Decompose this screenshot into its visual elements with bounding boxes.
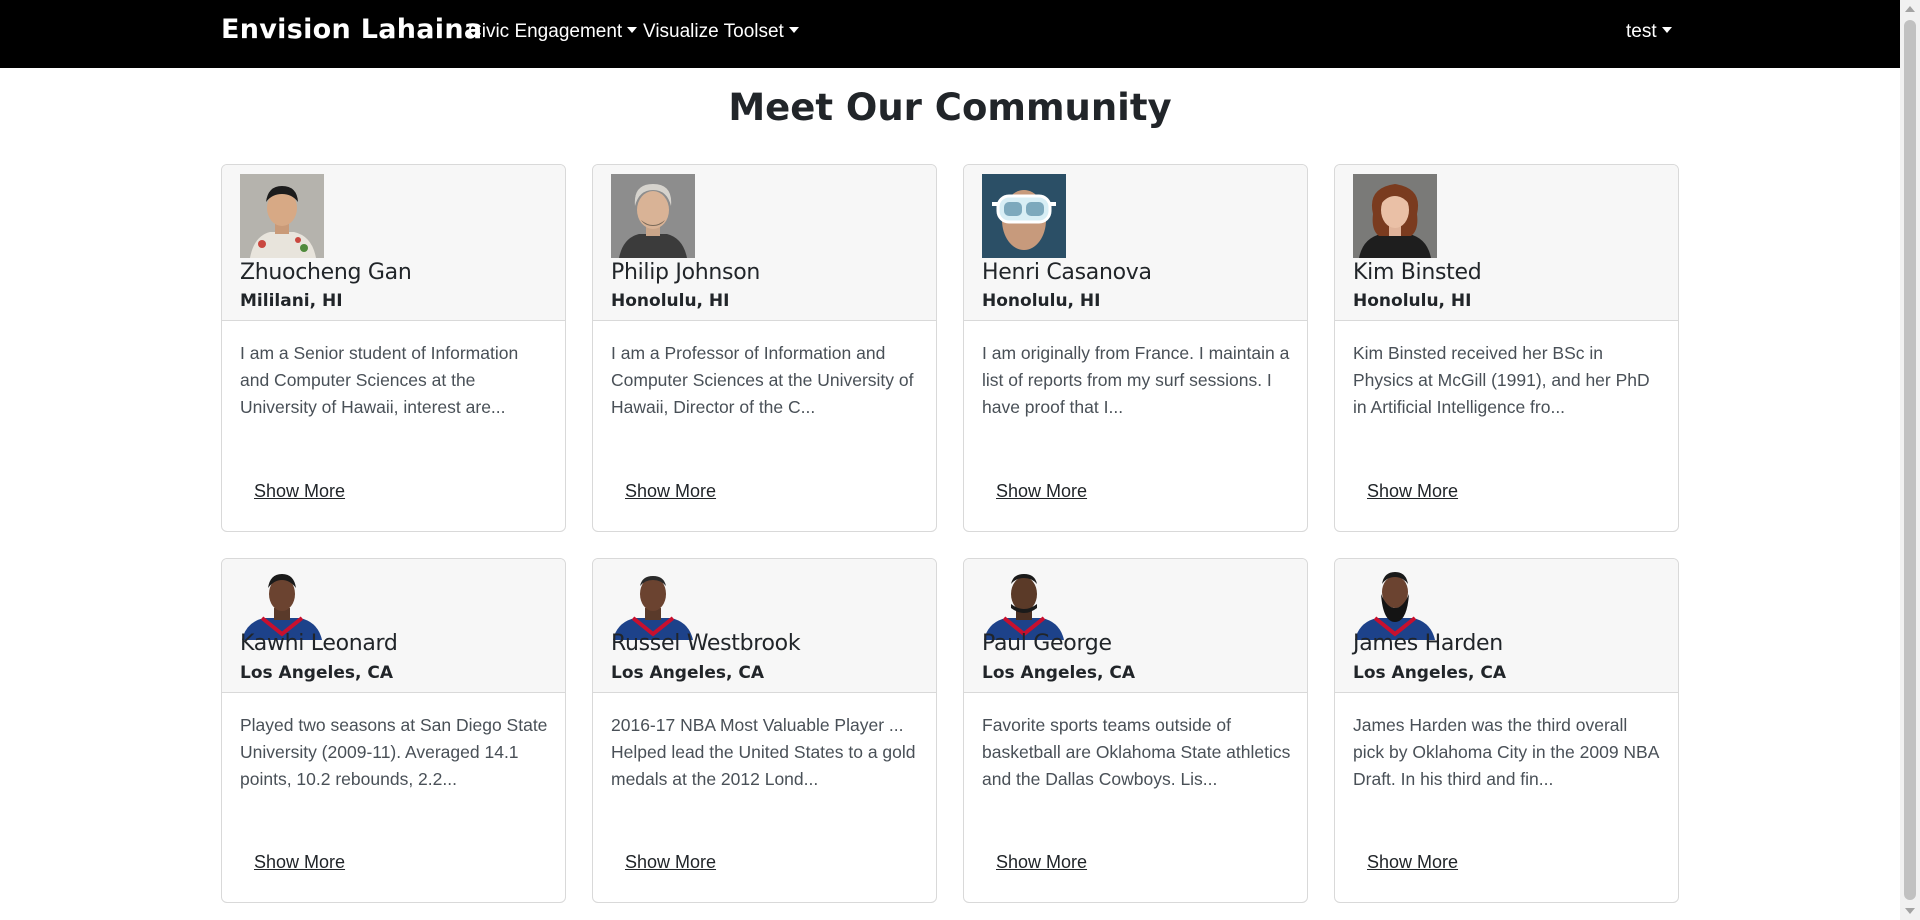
nav-civic-engagement-dropdown[interactable]: Civic Engagement	[468, 21, 638, 43]
profile-card: James Harden Los Angeles, CA James Harde…	[1334, 558, 1679, 903]
profile-location: Honolulu, HI	[982, 291, 1101, 311]
chevron-down-icon	[788, 26, 799, 33]
profile-location: Honolulu, HI	[1353, 291, 1472, 311]
profile-bio: James Harden was the third overall pick …	[1353, 715, 1659, 789]
profile-location: Honolulu, HI	[611, 291, 730, 311]
show-more-link[interactable]: Show More	[625, 852, 716, 873]
profile-photo	[611, 568, 695, 640]
profile-bio: I am a Senior student of Information and…	[240, 343, 519, 417]
top-navbar: Envision Lahaina Civic Engagement Visual…	[0, 0, 1900, 68]
profile-photo	[240, 174, 324, 258]
nav-civic-engagement-label: Civic Engagement	[468, 21, 623, 42]
profile-name: Philip Johnson	[611, 260, 761, 285]
profile-photo	[982, 174, 1066, 258]
chevron-down-icon	[1661, 26, 1672, 33]
profile-card-header: Zhuocheng Gan Mililani, HI	[222, 165, 565, 321]
nav-visualize-toolset-dropdown[interactable]: Visualize Toolset	[643, 21, 799, 43]
profile-card: Zhuocheng Gan Mililani, HI I am a Senior…	[221, 164, 566, 532]
profile-bio: Played two seasons at San Diego State Un…	[240, 715, 548, 789]
profile-location: Los Angeles, CA	[982, 663, 1135, 683]
vertical-scrollbar[interactable]	[1900, 0, 1920, 920]
profile-card: Henri Casanova Honolulu, HI I am origina…	[963, 164, 1308, 532]
profile-location: Los Angeles, CA	[1353, 663, 1506, 683]
profile-bio: Favorite sports teams outside of basketb…	[982, 715, 1291, 789]
show-more-link[interactable]: Show More	[1367, 852, 1458, 873]
profile-card-header: James Harden Los Angeles, CA	[1335, 559, 1678, 693]
profile-name: Kawhi Leonard	[240, 631, 398, 656]
profile-bio: Kim Binsted received her BSc in Physics …	[1353, 343, 1650, 417]
nav-visualize-toolset-label: Visualize Toolset	[643, 21, 784, 42]
show-more-link[interactable]: Show More	[996, 481, 1087, 502]
user-menu-dropdown[interactable]: test	[1626, 21, 1672, 43]
profile-bio: I am originally from France. I maintain …	[982, 343, 1290, 417]
profile-card: Kawhi Leonard Los Angeles, CA Played two…	[221, 558, 566, 903]
show-more-link[interactable]: Show More	[996, 852, 1087, 873]
scroll-up-arrow-icon[interactable]	[1905, 6, 1915, 12]
profile-card-header: Kawhi Leonard Los Angeles, CA	[222, 559, 565, 693]
profile-bio: 2016-17 NBA Most Valuable Player ... Hel…	[611, 715, 916, 789]
profile-location: Mililani, HI	[240, 291, 343, 311]
profile-name: Kim Binsted	[1353, 260, 1482, 285]
profile-location: Los Angeles, CA	[240, 663, 393, 683]
profile-name: Zhuocheng Gan	[240, 260, 412, 285]
show-more-link[interactable]: Show More	[625, 481, 716, 502]
profile-name: James Harden	[1353, 631, 1503, 656]
chevron-down-icon	[627, 26, 638, 33]
profile-name: Russel Westbrook	[611, 631, 801, 656]
profile-card-header: Philip Johnson Honolulu, HI	[593, 165, 936, 321]
profile-photo	[1353, 568, 1437, 640]
profile-card-header: Paul George Los Angeles, CA	[964, 559, 1307, 693]
profile-card: Paul George Los Angeles, CA Favorite spo…	[963, 558, 1308, 903]
profile-card: Russel Westbrook Los Angeles, CA 2016-17…	[592, 558, 937, 903]
show-more-link[interactable]: Show More	[254, 481, 345, 502]
profile-card: Kim Binsted Honolulu, HI Kim Binsted rec…	[1334, 164, 1679, 532]
profile-location: Los Angeles, CA	[611, 663, 764, 683]
profile-card-header: Russel Westbrook Los Angeles, CA	[593, 559, 936, 693]
profile-bio: I am a Professor of Information and Comp…	[611, 343, 914, 417]
show-more-link[interactable]: Show More	[1367, 481, 1458, 502]
profile-name: Henri Casanova	[982, 260, 1152, 285]
profile-card: Philip Johnson Honolulu, HI I am a Profe…	[592, 164, 937, 532]
profile-card-header: Henri Casanova Honolulu, HI	[964, 165, 1307, 321]
profile-photo	[1353, 174, 1437, 258]
profile-photo	[611, 174, 695, 258]
scrollbar-thumb[interactable]	[1904, 20, 1916, 900]
page-title: Meet Our Community	[728, 86, 1172, 129]
show-more-link[interactable]: Show More	[254, 852, 345, 873]
profile-card-header: Kim Binsted Honolulu, HI	[1335, 165, 1678, 321]
user-menu-label: test	[1626, 21, 1657, 42]
brand-logo[interactable]: Envision Lahaina	[221, 14, 482, 45]
profile-photo	[982, 568, 1066, 640]
scroll-down-arrow-icon[interactable]	[1905, 908, 1915, 914]
profile-photo	[240, 568, 324, 640]
profile-name: Paul George	[982, 631, 1112, 656]
